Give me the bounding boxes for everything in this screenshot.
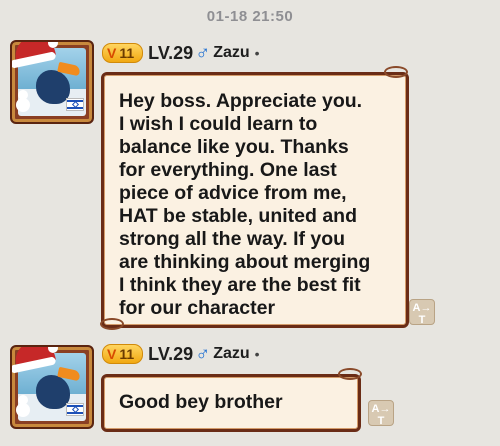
translate-icon: A→ T [412, 302, 432, 326]
translate-button[interactable]: A→ T [409, 299, 435, 326]
message-header: V 11 LV.29 ♂ Zazu • [102, 343, 260, 365]
vip-icon: V [107, 45, 117, 61]
online-dot: • [254, 346, 260, 362]
vip-level: 11 [119, 45, 135, 61]
israel-flag-icon [66, 98, 84, 111]
vip-badge: V 11 [102, 43, 144, 63]
player-level: LV.29 [148, 343, 194, 364]
rope-decoration [384, 66, 408, 78]
chat-bubble: Hey boss. Appreciate you. I wish I could… [101, 72, 409, 328]
translate-button[interactable]: A→ T [368, 400, 394, 427]
player-name[interactable]: Zazu [213, 44, 249, 62]
rope-decoration [338, 368, 362, 380]
vip-badge: V 11 [102, 344, 144, 364]
timestamp: 01-18 21:50 [206, 8, 294, 25]
snowman-icon [16, 395, 30, 419]
player-avatar[interactable] [10, 345, 94, 429]
player-avatar[interactable] [10, 40, 94, 124]
male-gender-icon: ♂ [195, 41, 211, 64]
vip-level: 11 [119, 346, 135, 362]
message-text: Good bey brother [119, 391, 283, 413]
online-dot: • [254, 45, 260, 61]
translate-icon: A→ T [371, 403, 391, 427]
message-text: Hey boss. Appreciate you. I wish I could… [119, 90, 371, 319]
player-name[interactable]: Zazu [213, 345, 249, 363]
male-gender-icon: ♂ [195, 342, 211, 365]
rope-decoration [100, 318, 124, 330]
israel-flag-icon [66, 403, 84, 416]
vip-icon: V [107, 346, 117, 362]
snowman-icon [16, 90, 30, 114]
message-header: V 11 LV.29 ♂ Zazu • [102, 42, 260, 64]
chat-bubble: Good bey brother [101, 374, 361, 432]
player-level: LV.29 [148, 42, 194, 63]
